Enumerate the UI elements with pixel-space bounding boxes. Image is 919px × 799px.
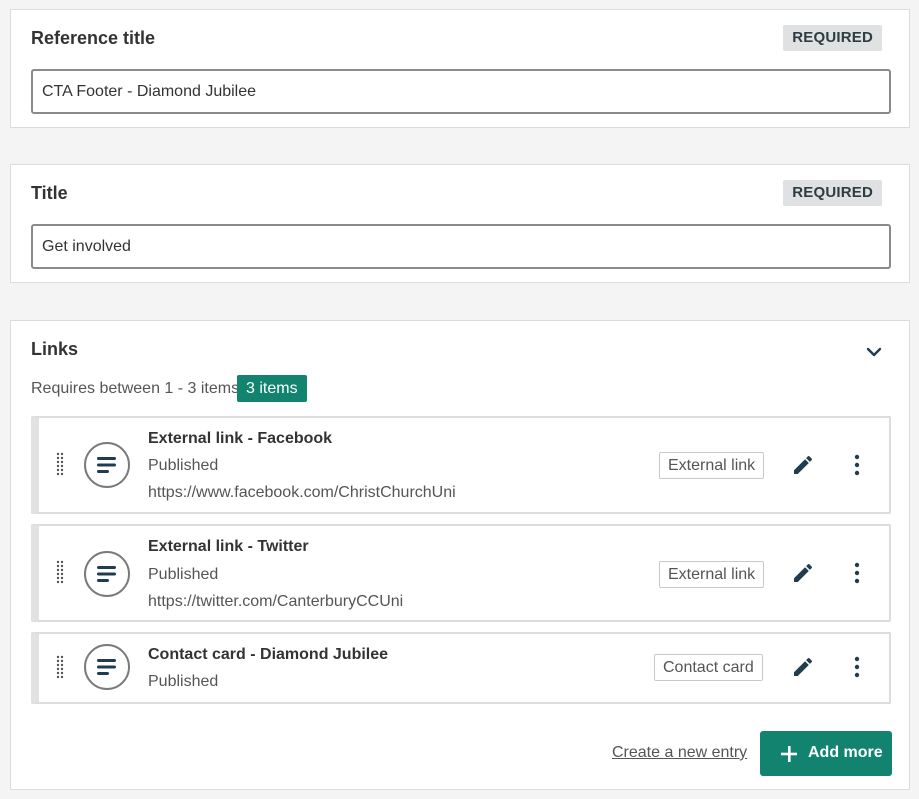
plus-icon <box>781 746 797 762</box>
chevron-down-icon[interactable] <box>865 345 883 359</box>
entry-icon <box>84 551 130 597</box>
links-label: Links <box>31 339 79 359</box>
title-input[interactable] <box>31 224 891 269</box>
required-badge: REQUIRED <box>783 25 882 51</box>
add-more-label: Add more <box>808 744 883 761</box>
title-label: Title <box>31 183 68 203</box>
pencil-icon[interactable] <box>791 655 815 679</box>
entry-type-badge: Contact card <box>654 654 763 681</box>
reference-title-label: Reference title <box>31 28 156 48</box>
entry-type-badge: External link <box>659 561 765 588</box>
item-count-badge: 3 items <box>237 375 307 402</box>
links-card: Links Requires between 1 - 3 items 3 ite… <box>10 320 910 790</box>
entry-title[interactable]: External link - Facebook <box>148 430 332 448</box>
entry-url: https://www.facebook.com/ChristChurchUni <box>148 484 456 501</box>
add-more-button[interactable]: Add more <box>760 731 892 776</box>
requirement-text: Requires between 1 - 3 items <box>31 380 240 397</box>
entry-icon <box>84 644 130 690</box>
drag-handle-icon[interactable] <box>55 560 65 586</box>
entry-status: Published <box>148 566 219 583</box>
required-badge: REQUIRED <box>783 180 882 206</box>
create-new-entry-link[interactable]: Create a new entry <box>612 744 747 762</box>
entry-title[interactable]: External link - Twitter <box>148 538 309 556</box>
pencil-icon[interactable] <box>791 561 815 585</box>
title-card: Title REQUIRED <box>10 164 910 283</box>
entry-status: Published <box>148 457 219 474</box>
entry-title[interactable]: Contact card - Diamond Jubilee <box>148 646 388 664</box>
more-vertical-icon[interactable] <box>851 453 863 477</box>
drag-handle-icon[interactable] <box>55 452 65 478</box>
entry-type-badge: External link <box>659 452 765 479</box>
reference-title-input[interactable] <box>31 69 891 114</box>
more-vertical-icon[interactable] <box>851 561 863 585</box>
more-vertical-icon[interactable] <box>851 655 863 679</box>
entry-url: https://twitter.com/CanterburyCCUni <box>148 593 404 610</box>
link-entry-card[interactable]: Contact card - Diamond Jubilee Published… <box>31 632 891 704</box>
entry-status: Published <box>148 673 219 690</box>
reference-title-card: Reference title REQUIRED <box>10 9 910 128</box>
link-entry-card[interactable]: External link - Facebook Published https… <box>31 416 891 514</box>
entry-icon <box>84 442 130 488</box>
drag-handle-icon[interactable] <box>55 655 65 681</box>
pencil-icon[interactable] <box>791 453 815 477</box>
link-entry-card[interactable]: External link - Twitter Published https:… <box>31 524 891 622</box>
